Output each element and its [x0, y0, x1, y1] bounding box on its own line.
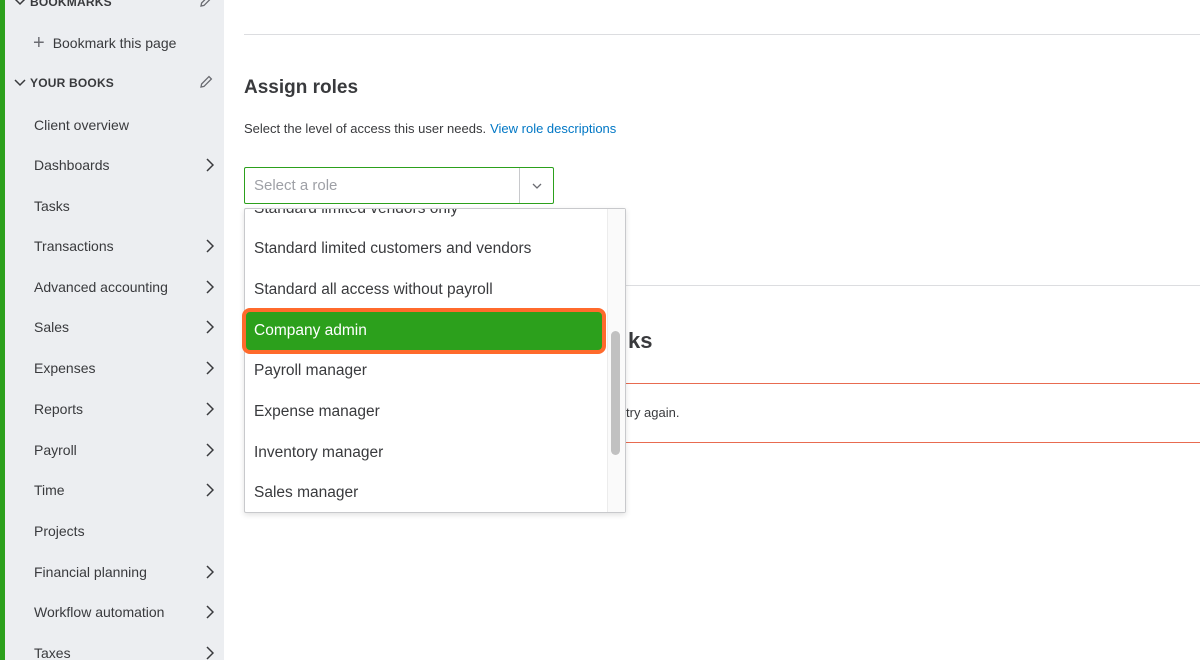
chevron-down-icon — [10, 0, 30, 6]
app-frame: BOOKMARKS + Bookmark this page YOUR BOOK… — [0, 0, 1200, 660]
role-options-list: Standard limited vendors only Standard l… — [245, 209, 605, 512]
sidebar-item-payroll[interactable]: Payroll — [34, 435, 224, 465]
bookmarks-header[interactable]: BOOKMARKS — [10, 0, 220, 17]
chevron-right-icon — [206, 402, 214, 416]
sidebar-item-tasks[interactable]: Tasks — [34, 191, 224, 221]
bookmarks-header-label: BOOKMARKS — [30, 0, 112, 9]
sidebar-item-label: Expenses — [34, 360, 96, 376]
role-option-expense-manager[interactable]: Expense manager — [245, 393, 605, 431]
edit-pencil-icon[interactable] — [198, 0, 214, 12]
view-role-descriptions-link[interactable]: View role descriptions — [490, 121, 616, 136]
chevron-right-icon — [206, 239, 214, 253]
section-divider — [244, 34, 1200, 35]
sidebar-item-workflow-automation[interactable]: Workflow automation — [34, 597, 224, 627]
sidebar: BOOKMARKS + Bookmark this page YOUR BOOK… — [5, 0, 224, 660]
edit-pencil-icon[interactable] — [198, 74, 214, 93]
role-select-placeholder: Select a role — [254, 177, 338, 194]
chevron-right-icon — [206, 158, 214, 172]
sidebar-item-advanced-accounting[interactable]: Advanced accounting — [34, 272, 224, 302]
role-option-inventory-manager[interactable]: Inventory manager — [245, 434, 605, 472]
sidebar-item-financial-planning[interactable]: Financial planning — [34, 557, 224, 587]
sidebar-item-projects[interactable]: Projects — [34, 516, 224, 546]
sidebar-item-time[interactable]: Time — [34, 475, 224, 505]
section-description: Select the level of access this user nee… — [244, 121, 616, 136]
alert-border-bottom — [624, 442, 1200, 443]
role-dropdown-menu: Standard limited vendors only Standard l… — [242, 208, 626, 513]
chevron-right-icon — [206, 280, 214, 294]
sidebar-item-label: Workflow automation — [34, 604, 165, 620]
sidebar-item-expenses[interactable]: Expenses — [34, 353, 224, 383]
chevron-right-icon — [206, 565, 214, 579]
your-books-header-label: YOUR BOOKS — [30, 76, 115, 90]
sidebar-item-label: Time — [34, 482, 65, 498]
chevron-right-icon — [206, 361, 214, 375]
sidebar-item-label: Reports — [34, 401, 84, 417]
sidebar-item-client-overview[interactable]: Client overview — [34, 110, 224, 140]
plus-icon: + — [33, 32, 45, 54]
role-option-standard-all-access-without-payroll[interactable]: Standard all access without payroll — [245, 271, 605, 309]
role-option-payroll-manager[interactable]: Payroll manager — [245, 352, 605, 390]
sidebar-item-reports[interactable]: Reports — [34, 394, 224, 424]
sidebar-item-label: Payroll — [34, 442, 77, 458]
your-books-header[interactable]: YOUR BOOKS — [10, 68, 220, 98]
sidebar-item-label: Financial planning — [34, 564, 147, 580]
sidebar-item-label: Taxes — [34, 645, 71, 660]
sidebar-item-label: Transactions — [34, 238, 114, 254]
chevron-down-icon[interactable] — [519, 168, 553, 203]
chevron-right-icon — [206, 646, 214, 660]
sidebar-item-label: Sales — [34, 319, 70, 335]
sidebar-item-label: Tasks — [34, 198, 70, 214]
role-select[interactable]: Select a role — [244, 167, 554, 204]
sidebar-item-label: Dashboards — [34, 157, 110, 173]
role-option-standard-limited-customers-and-vendors[interactable]: Standard limited customers and vendors — [245, 230, 605, 268]
main-content: Assign roles Select the level of access … — [224, 0, 1200, 660]
sidebar-item-label: Projects — [34, 523, 85, 539]
sidebar-item-sales[interactable]: Sales — [34, 312, 224, 342]
alert-border-top — [624, 383, 1200, 384]
page-title: Assign roles — [244, 77, 359, 98]
role-option-standard-limited-vendors-only[interactable]: Standard limited vendors only — [245, 209, 605, 228]
chevron-down-icon — [10, 79, 30, 87]
sidebar-item-dashboards[interactable]: Dashboards — [34, 150, 224, 180]
section-divider — [624, 285, 1200, 286]
chevron-right-icon — [206, 605, 214, 619]
chevron-right-icon — [206, 443, 214, 457]
obscured-heading: ks — [628, 328, 653, 353]
sidebar-item-label: Client overview — [34, 117, 129, 133]
obscured-alert-text: try again. — [626, 405, 680, 420]
description-text: Select the level of access this user nee… — [244, 121, 487, 136]
bookmark-this-page-button[interactable]: + Bookmark this page — [33, 28, 176, 58]
sidebar-item-label: Advanced accounting — [34, 279, 168, 295]
chevron-right-icon — [206, 320, 214, 334]
sidebar-item-taxes[interactable]: Taxes — [34, 638, 224, 660]
role-option-sales-manager[interactable]: Sales manager — [245, 474, 605, 512]
chevron-right-icon — [206, 483, 214, 497]
bookmark-this-page-label: Bookmark this page — [52, 35, 177, 51]
role-option-company-admin[interactable]: Company admin — [245, 312, 605, 350]
dropdown-scrollbar-thumb[interactable] — [611, 331, 620, 455]
sidebar-item-transactions[interactable]: Transactions — [34, 231, 224, 261]
